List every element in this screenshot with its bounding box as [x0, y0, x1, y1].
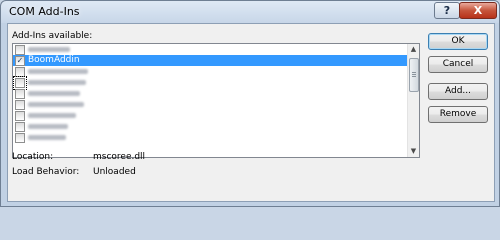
- list-item[interactable]: [13, 76, 419, 90]
- redacted-addin-name: [28, 80, 86, 85]
- list-item[interactable]: ✓ BoomAddin: [13, 55, 419, 66]
- addin-checkbox[interactable]: [15, 133, 25, 143]
- redacted-addin-name: [28, 69, 88, 74]
- load-behavior-value: Unloaded: [93, 167, 136, 177]
- addins-available-label: Add-Ins available:: [12, 31, 93, 41]
- load-behavior-label: Load Behavior:: [12, 167, 80, 177]
- redacted-addin-name: [28, 135, 66, 140]
- add-button[interactable]: Add...: [428, 83, 488, 100]
- vertical-scrollbar[interactable]: ▲ ▼: [407, 44, 419, 157]
- list-item[interactable]: [13, 99, 419, 110]
- addin-checkbox[interactable]: [15, 89, 25, 99]
- addin-checkbox[interactable]: [15, 100, 25, 110]
- close-button[interactable]: X: [459, 2, 497, 19]
- com-addins-dialog: COM Add-Ins ? X Add-Ins available: ✓ Boom…: [0, 0, 500, 207]
- list-item[interactable]: [13, 44, 419, 55]
- redacted-addin-name: [28, 113, 76, 118]
- location-label: Location:: [12, 152, 54, 162]
- list-item[interactable]: [13, 121, 419, 132]
- location-value: mscoree.dll: [93, 152, 146, 162]
- remove-button[interactable]: Remove: [428, 106, 488, 123]
- addins-list[interactable]: ✓ BoomAddin ▲ ▼: [12, 43, 420, 158]
- thumb-grip: [412, 76, 416, 77]
- thumb-grip: [412, 72, 416, 73]
- addin-checkbox[interactable]: [13, 76, 27, 90]
- list-item[interactable]: [13, 88, 419, 99]
- help-button[interactable]: ?: [434, 2, 460, 19]
- addin-checkbox[interactable]: [15, 111, 25, 121]
- thumb-grip: [412, 74, 416, 75]
- redacted-addin-name: [28, 47, 70, 52]
- cancel-button[interactable]: Cancel: [428, 56, 488, 73]
- list-item[interactable]: [13, 66, 419, 77]
- scroll-up-arrow-icon[interactable]: ▲: [408, 44, 419, 55]
- title-bar[interactable]: COM Add-Ins ? X: [1, 1, 499, 23]
- ok-button[interactable]: OK: [428, 33, 488, 50]
- addin-checkbox[interactable]: [15, 67, 25, 77]
- redacted-addin-name: [28, 124, 68, 129]
- scroll-down-arrow-icon[interactable]: ▼: [408, 146, 419, 157]
- redacted-addin-name: [28, 102, 84, 107]
- scrollbar-thumb[interactable]: [409, 58, 419, 92]
- addin-checkbox[interactable]: ✓: [15, 56, 25, 66]
- addin-checkbox[interactable]: [15, 45, 25, 55]
- dialog-title: COM Add-Ins: [9, 5, 80, 18]
- list-item[interactable]: [13, 110, 419, 121]
- list-item[interactable]: [13, 132, 419, 143]
- addin-checkbox[interactable]: [15, 122, 25, 132]
- redacted-addin-name: [28, 91, 80, 96]
- addin-name: BoomAddin: [28, 55, 80, 65]
- dialog-client-area: Add-Ins available: ✓ BoomAddin ▲ ▼ OK Can…: [7, 23, 495, 202]
